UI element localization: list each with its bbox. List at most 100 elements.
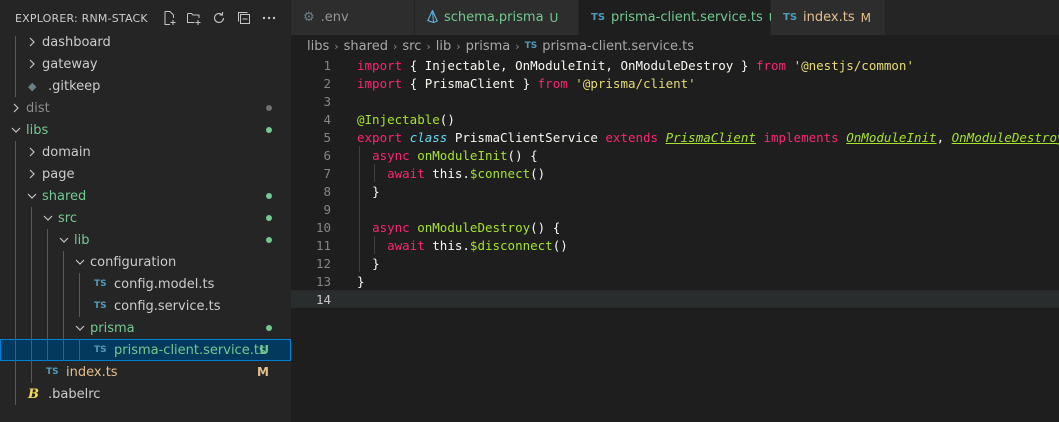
tab-label: .env xyxy=(320,10,349,25)
chevron-down-icon[interactable] xyxy=(40,210,56,226)
tree-file[interactable]: TS config.service.ts xyxy=(0,295,291,317)
tab-4[interactable]: TS index.ts M xyxy=(771,0,886,35)
indent-guide xyxy=(15,207,16,229)
breadcrumb-segment[interactable]: prisma xyxy=(466,39,511,54)
explorer-header: EXPLORER: RNM-STACK xyxy=(0,0,291,36)
tree-item-label: dist xyxy=(26,100,50,116)
indent-guide xyxy=(79,273,80,295)
code-line[interactable]: 1 import { Injectable, OnModuleInit, OnMo… xyxy=(291,56,1059,74)
explorer-sidebar: EXPLORER: RNM-STACK configuratio xyxy=(0,0,291,422)
code-text: @Injectable() xyxy=(357,111,455,127)
breadcrumb-segment[interactable]: prisma-client.service.ts xyxy=(542,39,694,54)
line-number: 14 xyxy=(315,291,331,307)
tree-item-label: shared xyxy=(42,188,87,204)
editor-tabs: ⚙ .env schema.prisma U TS prisma-client.servi… xyxy=(291,0,1059,35)
indent-guide xyxy=(15,295,16,317)
chevron-down-icon[interactable] xyxy=(8,122,24,138)
indent-guide xyxy=(15,185,16,207)
tab-1[interactable]: ⚙ .env xyxy=(291,0,415,35)
typescript-file-icon: TS xyxy=(591,12,606,23)
indent-guide xyxy=(79,339,80,361)
tree-folder[interactable]: libs xyxy=(0,119,291,141)
typescript-file-icon: TS xyxy=(524,41,538,51)
editor-area: ⚙ .env schema.prisma U TS prisma-client.servi… xyxy=(291,0,1059,422)
tree-item-label: config.service.ts xyxy=(114,298,221,314)
git-file-icon: ◆ xyxy=(28,79,37,93)
breadcrumb-segment[interactable]: src xyxy=(402,39,421,54)
tree-folder[interactable]: configuration xyxy=(0,251,291,273)
line-number: 11 xyxy=(315,237,331,253)
tree-file[interactable]: B .babelrc xyxy=(0,383,291,405)
chevron-down-icon[interactable] xyxy=(72,254,88,270)
code-line[interactable]: 14 xyxy=(291,290,1059,308)
tree-file[interactable]: TS config.model.ts xyxy=(0,273,291,295)
tree-folder[interactable]: gateway xyxy=(0,53,291,75)
tree-item-label: prisma xyxy=(90,320,135,336)
git-status-dot xyxy=(266,215,272,221)
tree-folder[interactable]: lib xyxy=(0,229,291,251)
code-line[interactable]: 11 await this.$disconnect() xyxy=(291,236,1059,254)
indent-guide xyxy=(47,295,48,317)
vscode-window: EXPLORER: RNM-STACK configuratio xyxy=(0,0,1059,422)
tree-item-label: .babelrc xyxy=(48,386,101,402)
tree-item-label: libs xyxy=(26,122,49,138)
line-number: 13 xyxy=(315,273,331,289)
code-text: import { Injectable, OnModuleInit, OnMod… xyxy=(357,57,914,73)
tree-file[interactable]: TS index.ts M xyxy=(0,361,291,383)
tree-file[interactable]: ◆ .gitkeep xyxy=(0,75,291,97)
git-status-dot xyxy=(266,325,272,331)
code-line[interactable]: 3 xyxy=(291,92,1059,110)
tree-item-label: index.ts xyxy=(66,364,118,380)
code-text: } xyxy=(357,273,365,289)
chevron-down-icon[interactable] xyxy=(56,232,72,248)
line-number: 1 xyxy=(323,57,331,73)
collapse-all-icon[interactable] xyxy=(235,10,252,27)
code-line[interactable]: 5 export class PrismaClientService extend… xyxy=(291,128,1059,146)
tree-folder[interactable]: page xyxy=(0,163,291,185)
more-icon[interactable] xyxy=(260,10,277,27)
code-line[interactable]: 8 } xyxy=(291,182,1059,200)
indent-guide xyxy=(63,339,64,361)
chevron-right-icon[interactable] xyxy=(24,166,40,182)
tab-label: prisma-client.service.ts xyxy=(611,10,763,25)
typescript-file-icon: TS xyxy=(94,301,107,311)
refresh-icon[interactable] xyxy=(210,10,227,27)
chevron-right-icon[interactable] xyxy=(8,100,24,116)
code-line[interactable]: 13} xyxy=(291,272,1059,290)
code-line[interactable]: 2 import { PrismaClient } from '@prisma/c… xyxy=(291,74,1059,92)
breadcrumb-segment[interactable]: libs xyxy=(307,39,329,54)
typescript-file-icon: TS xyxy=(94,279,107,289)
code-line[interactable]: 10 async onModuleDestroy() { xyxy=(291,218,1059,236)
indent-guide xyxy=(15,383,16,405)
code-editor[interactable]: 1 import { Injectable, OnModuleInit, OnMo… xyxy=(291,56,1059,308)
chevron-right-icon[interactable] xyxy=(24,56,40,72)
indent-guide xyxy=(31,251,32,273)
tree-folder[interactable]: dist xyxy=(0,97,291,119)
chevron-down-icon[interactable] xyxy=(24,188,40,204)
chevron-right-icon[interactable] xyxy=(24,144,40,160)
indent-guide xyxy=(15,273,16,295)
chevron-down-icon[interactable] xyxy=(72,320,88,336)
code-line[interactable]: 7 await this.$connect() xyxy=(291,164,1059,182)
new-folder-icon[interactable] xyxy=(185,10,202,27)
tab-2[interactable]: schema.prisma U xyxy=(415,0,579,35)
tree-file[interactable]: TS prisma-client.service.ts U xyxy=(0,339,291,361)
indent-guide xyxy=(15,339,16,361)
tree-item-label: src xyxy=(58,210,77,226)
code-line[interactable]: 9 xyxy=(291,200,1059,218)
line-number: 7 xyxy=(323,165,331,181)
tree-folder[interactable]: prisma xyxy=(0,317,291,339)
code-line[interactable]: 6 async onModuleInit() { xyxy=(291,146,1059,164)
code-line[interactable]: 12 } xyxy=(291,254,1059,272)
gear-icon: ⚙ xyxy=(303,10,315,25)
prisma-icon xyxy=(427,8,438,26)
tree-folder[interactable]: domain xyxy=(0,141,291,163)
tree-folder[interactable]: src xyxy=(0,207,291,229)
new-file-icon[interactable] xyxy=(160,10,177,27)
tree-folder[interactable]: shared xyxy=(0,185,291,207)
tab-3[interactable]: TSprisma-client.service.tsU✕ xyxy=(579,0,796,35)
breadcrumb-segment[interactable]: shared xyxy=(344,39,388,54)
breadcrumb-segment[interactable]: lib xyxy=(436,39,451,54)
code-line[interactable]: 4 @Injectable() xyxy=(291,110,1059,128)
chevron-right-icon[interactable] xyxy=(24,34,40,50)
